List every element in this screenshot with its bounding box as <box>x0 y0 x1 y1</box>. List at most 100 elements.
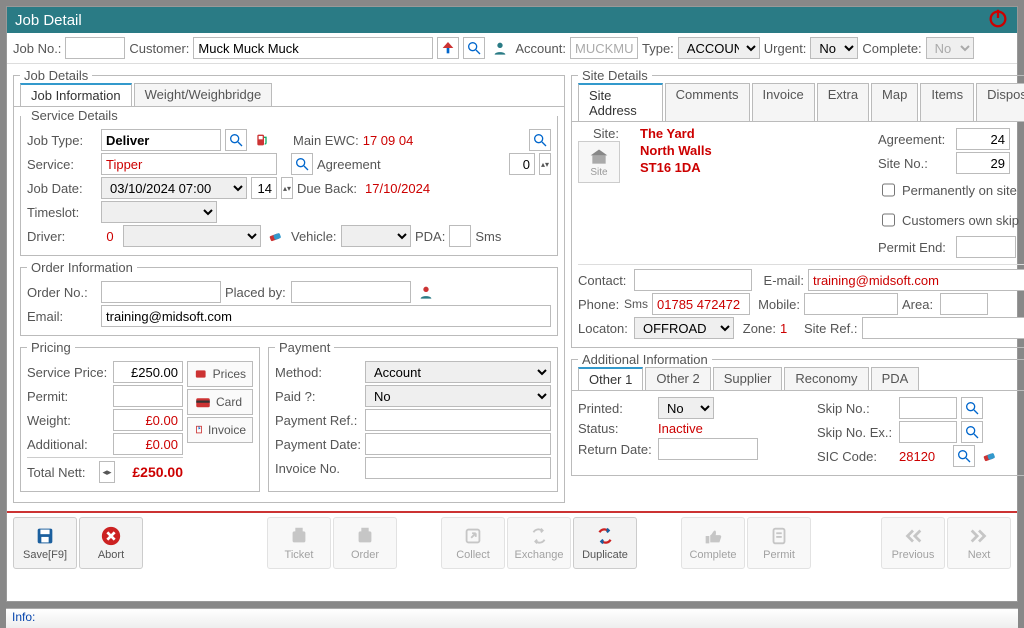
permitend-label: Permit End: <box>878 240 952 255</box>
area-input[interactable] <box>940 293 988 315</box>
invoice-button[interactable]: Invoice <box>187 417 253 443</box>
power-icon[interactable] <box>987 7 1009 33</box>
site-email-input[interactable] <box>808 269 1024 291</box>
invno-input[interactable] <box>365 457 551 479</box>
next-button[interactable]: Next <box>947 517 1011 569</box>
order-info-legend: Order Information <box>27 260 137 275</box>
customer-person-icon[interactable] <box>489 37 511 59</box>
agreement-search-icon[interactable] <box>291 153 313 175</box>
order-button[interactable]: Order <box>333 517 397 569</box>
payref-input[interactable] <box>365 409 551 431</box>
vehicle-select[interactable] <box>341 225 411 247</box>
complete-button[interactable]: Complete <box>681 517 745 569</box>
return-input[interactable] <box>658 438 758 460</box>
skipex-input[interactable] <box>899 421 957 443</box>
tab-other2[interactable]: Other 2 <box>645 367 710 390</box>
type-select[interactable]: ACCOUNT <box>678 37 760 59</box>
printed-select[interactable]: No <box>658 397 714 419</box>
job-type-input[interactable] <box>101 129 221 151</box>
service-input[interactable] <box>101 153 277 175</box>
job-date-select[interactable]: 03/10/2024 07:00 <box>101 177 247 199</box>
site-details-fieldset: Site Details Site Address Comments Invoi… <box>571 68 1024 348</box>
complete-select[interactable]: No <box>926 37 974 59</box>
ticket-button[interactable]: Ticket <box>267 517 331 569</box>
main-ewc-search-icon[interactable] <box>529 129 551 151</box>
job-date-stepper[interactable]: ▴▾ <box>281 177 293 199</box>
timeslot-select[interactable] <box>101 201 217 223</box>
account-label: Account: <box>515 41 566 56</box>
driver-label: Driver: <box>27 229 97 244</box>
weight-price-input[interactable] <box>113 409 183 431</box>
phone-input[interactable] <box>652 293 750 315</box>
driver-eraser-icon[interactable] <box>265 225 287 247</box>
permitend-input[interactable] <box>956 236 1016 258</box>
tab-disposal[interactable]: Disposal <box>976 83 1024 121</box>
perm-checkbox[interactable] <box>882 179 895 201</box>
pda-input[interactable] <box>449 225 471 247</box>
placed-by-person-icon[interactable] <box>415 281 437 303</box>
collect-button[interactable]: Collect <box>441 517 505 569</box>
permit-button[interactable]: Permit <box>747 517 811 569</box>
site-icon[interactable]: Site <box>578 141 620 183</box>
agreement-stepper[interactable]: ▴▾ <box>539 153 551 175</box>
prices-button[interactable]: Prices <box>187 361 253 387</box>
skipno-search-icon[interactable] <box>961 397 983 419</box>
abort-button[interactable]: Abort <box>79 517 143 569</box>
tab-items[interactable]: Items <box>920 83 974 121</box>
method-select[interactable]: Account <box>365 361 551 383</box>
tab-comments[interactable]: Comments <box>665 83 750 121</box>
duplicate-button[interactable]: Duplicate <box>573 517 637 569</box>
contact-input[interactable] <box>634 269 752 291</box>
tab-supplier[interactable]: Supplier <box>713 367 783 390</box>
phone-sms[interactable]: Sms <box>624 297 648 311</box>
tab-other1[interactable]: Other 1 <box>578 367 643 390</box>
driver-select[interactable] <box>123 225 261 247</box>
paydate-input[interactable] <box>365 433 551 455</box>
email-input[interactable] <box>101 305 551 327</box>
service-details-legend: Service Details <box>27 108 122 123</box>
siteref-input[interactable] <box>862 317 1024 339</box>
sms-label: Sms <box>475 229 501 244</box>
customer-search-icon[interactable] <box>463 37 485 59</box>
site-line3: ST16 1DA <box>640 160 872 177</box>
agreement-input[interactable] <box>956 128 1010 150</box>
service-price-input[interactable] <box>113 361 183 383</box>
total-stepper[interactable]: ◂▸ <box>99 461 115 483</box>
save-button[interactable]: Save[F9] <box>13 517 77 569</box>
previous-button[interactable]: Previous <box>881 517 945 569</box>
tab-weight[interactable]: Weight/Weighbridge <box>134 83 273 106</box>
ownskip-checkbox[interactable] <box>882 209 895 231</box>
tab-site-address[interactable]: Site Address <box>578 83 663 121</box>
customer-input[interactable] <box>193 37 433 59</box>
card-button[interactable]: Card <box>187 389 253 415</box>
job-type-search-icon[interactable] <box>225 129 247 151</box>
sic-search-icon[interactable] <box>953 445 975 467</box>
fuel-icon[interactable] <box>251 129 273 151</box>
printed-label: Printed: <box>578 401 654 416</box>
paid-select[interactable]: No <box>365 385 551 407</box>
tab-job-information[interactable]: Job Information <box>20 83 132 106</box>
paid-label: Paid ?: <box>275 389 361 404</box>
tab-extra[interactable]: Extra <box>817 83 869 121</box>
order-no-input[interactable] <box>101 281 221 303</box>
job-date-qty-input[interactable] <box>251 177 277 199</box>
permit-price-input[interactable] <box>113 385 183 407</box>
siteno-input[interactable] <box>956 152 1010 174</box>
placed-by-input[interactable] <box>291 281 411 303</box>
sic-eraser-icon[interactable] <box>979 445 1001 467</box>
locaton-select[interactable]: OFFROAD <box>634 317 734 339</box>
additional-price-input[interactable] <box>113 433 183 455</box>
job-no-input[interactable] <box>65 37 125 59</box>
skipex-search-icon[interactable] <box>961 421 983 443</box>
exchange-button[interactable]: Exchange <box>507 517 571 569</box>
mobile-input[interactable] <box>804 293 898 315</box>
customer-dropdown-icon[interactable] <box>437 37 459 59</box>
tab-map[interactable]: Map <box>871 83 918 121</box>
skipno-input[interactable] <box>899 397 957 419</box>
tab-reconomy[interactable]: Reconomy <box>784 367 868 390</box>
urgent-select[interactable]: No <box>810 37 858 59</box>
agreement-qty-input[interactable] <box>509 153 535 175</box>
tab-invoice[interactable]: Invoice <box>752 83 815 121</box>
tab-pda[interactable]: PDA <box>871 367 920 390</box>
job-details-legend: Job Details <box>20 68 92 83</box>
